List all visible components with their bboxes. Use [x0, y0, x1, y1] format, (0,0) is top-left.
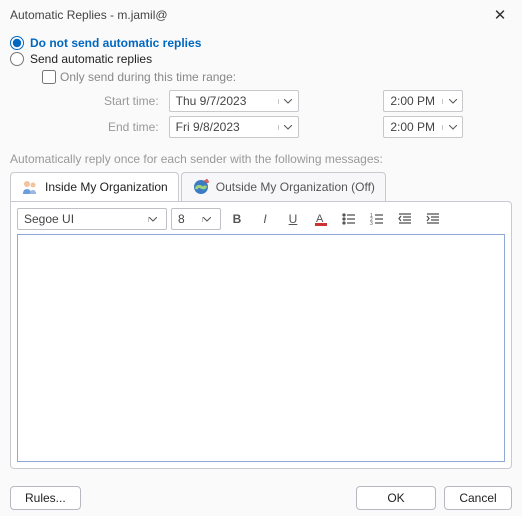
chevron-down-icon: [278, 125, 298, 130]
end-date-combo[interactable]: Fri 9/8/2023: [169, 116, 299, 138]
start-time-combo[interactable]: 2:00 PM: [383, 90, 463, 112]
editor-panel: Segoe UI 8 B I U A: [10, 201, 512, 469]
cancel-button[interactable]: Cancel: [444, 486, 512, 510]
chevron-down-icon: [148, 217, 166, 222]
chevron-down-icon: [442, 99, 462, 104]
only-send-label: Only send during this time range:: [60, 70, 236, 84]
message-editor[interactable]: [17, 234, 505, 462]
italic-button[interactable]: I: [253, 208, 277, 230]
end-date-value: Fri 9/8/2023: [170, 120, 278, 134]
radio-do-not-send-label: Do not send automatic replies: [30, 36, 201, 50]
chevron-down-icon: [442, 125, 462, 130]
end-time-combo[interactable]: 2:00 PM: [383, 116, 463, 138]
svg-text:3: 3: [370, 221, 373, 227]
chevron-down-icon: [278, 99, 298, 104]
start-date-combo[interactable]: Thu 9/7/2023: [169, 90, 299, 112]
window-title: Automatic Replies - m.jamil@: [10, 8, 168, 22]
size-value: 8: [172, 212, 202, 226]
radio-send[interactable]: [10, 52, 24, 66]
bullet-list-button[interactable]: [337, 208, 361, 230]
size-selector[interactable]: 8: [171, 208, 221, 230]
font-color-button[interactable]: A: [309, 208, 333, 230]
outdent-button[interactable]: [393, 208, 417, 230]
close-icon[interactable]: ✕: [488, 6, 512, 24]
number-list-button[interactable]: 1 2 3: [365, 208, 389, 230]
bold-button[interactable]: B: [225, 208, 249, 230]
font-selector[interactable]: Segoe UI: [17, 208, 167, 230]
start-date-value: Thu 9/7/2023: [170, 94, 278, 108]
radio-send-label: Send automatic replies: [30, 52, 152, 66]
indent-button[interactable]: [421, 208, 445, 230]
people-icon: [21, 178, 39, 196]
checkbox-only-time-range[interactable]: [42, 70, 56, 84]
radio-do-not-send[interactable]: [10, 36, 24, 50]
tab-inside-label: Inside My Organization: [45, 180, 168, 194]
tab-outside-label: Outside My Organization (Off): [216, 180, 375, 194]
end-time-value: 2:00 PM: [384, 120, 442, 134]
font-value: Segoe UI: [18, 212, 148, 226]
start-time-value: 2:00 PM: [384, 94, 442, 108]
chevron-down-icon: [202, 217, 220, 222]
rules-button[interactable]: Rules...: [10, 486, 81, 510]
tab-outside-org[interactable]: Outside My Organization (Off): [181, 172, 386, 201]
underline-button[interactable]: U: [281, 208, 305, 230]
ok-button[interactable]: OK: [356, 486, 436, 510]
start-time-label: Start time:: [56, 94, 163, 108]
globe-icon: [192, 178, 210, 196]
tab-inside-org[interactable]: Inside My Organization: [10, 172, 179, 201]
helper-text: Automatically reply once for each sender…: [10, 152, 512, 166]
end-time-label: End time:: [56, 120, 163, 134]
